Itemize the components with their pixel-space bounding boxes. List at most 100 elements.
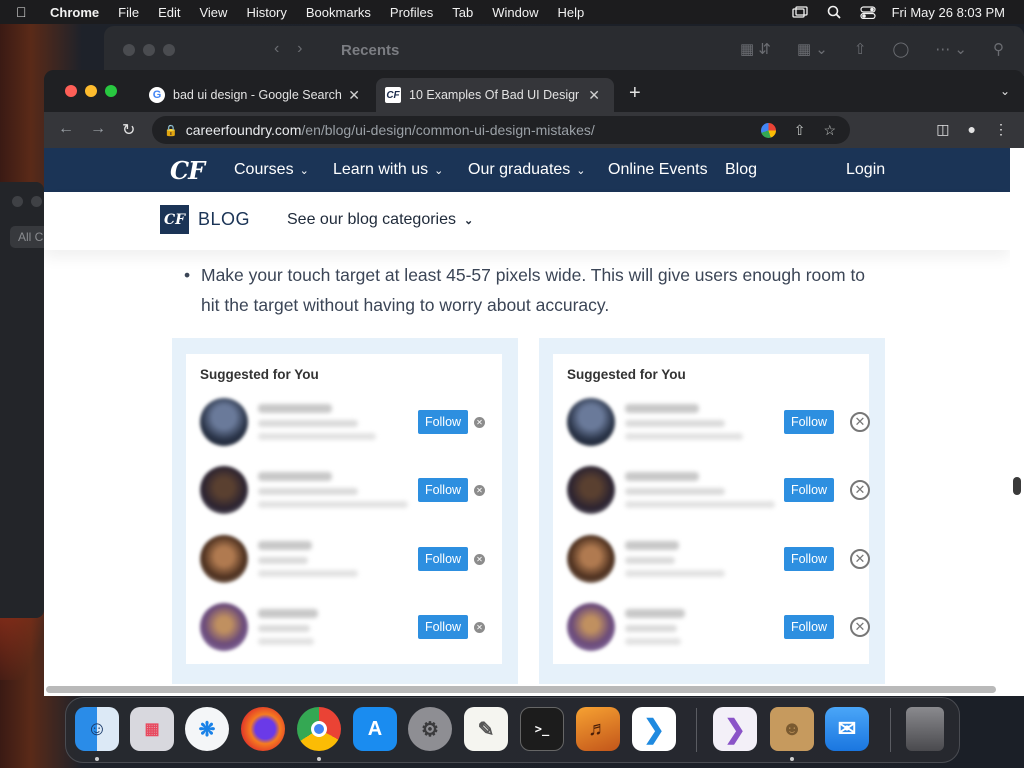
minimize-window-button[interactable] — [85, 85, 97, 97]
chrome-icon[interactable] — [297, 707, 341, 751]
reload-icon[interactable]: ↻ — [122, 120, 135, 140]
blurred-text — [625, 638, 681, 645]
background-window-toolbar: ▦ ⇵ ▦ ⌄ ⇧ ◯ ⋯ ⌄ ⚲ — [740, 40, 1004, 58]
blurred-name — [258, 609, 318, 618]
dismiss-icon: ✕ — [474, 417, 485, 428]
profile-icon[interactable]: ● — [968, 121, 976, 138]
menu-help[interactable]: Help — [558, 5, 585, 20]
follow-button: Follow — [784, 547, 834, 571]
figure-small-targets: Suggested for You Follow ✕ Follow ✕ Foll… — [172, 338, 518, 684]
trash-icon[interactable] — [906, 707, 944, 751]
more-menu-icon[interactable]: ⋮ — [994, 121, 1008, 138]
menu-tab[interactable]: Tab — [452, 5, 473, 20]
blurred-text — [258, 433, 376, 440]
scrollbar-thumb[interactable] — [1013, 477, 1021, 495]
google-lens-icon[interactable] — [760, 122, 776, 138]
control-center-icon[interactable] — [859, 5, 876, 19]
app-store-icon[interactable]: A — [353, 707, 397, 751]
login-link[interactable]: Login — [846, 161, 885, 179]
finder-icon[interactable]: ☺ — [75, 707, 119, 751]
system-preferences-icon[interactable]: ⚙ — [408, 707, 452, 751]
follow-button: Follow — [418, 547, 468, 571]
blurred-name — [258, 541, 312, 550]
share-icon[interactable]: ⇧ — [794, 122, 806, 139]
tab-google-search[interactable]: G bad ui design - Google Search ✕ — [140, 78, 374, 112]
tab-bar: G bad ui design - Google Search ✕ CF 10 … — [44, 70, 1024, 112]
running-indicator — [317, 757, 321, 761]
nav-learn-with-us[interactable]: Learn with us ⌄ — [333, 161, 443, 179]
blog-logo[interactable]: CF — [160, 205, 189, 234]
tab-careerfoundry[interactable]: CF 10 Examples Of Bad UI Design ✕ — [376, 78, 614, 112]
dismiss-icon: ✕ — [474, 485, 485, 496]
firefox-icon[interactable] — [241, 707, 285, 751]
blog-categories-dropdown[interactable]: See our blog categories ⌄ — [287, 211, 473, 229]
nav-courses[interactable]: Courses ⌄ — [234, 161, 309, 179]
forward-icon[interactable]: → — [90, 120, 106, 138]
suggested-card: Suggested for You Follow ✕ Follow ✕ Foll… — [186, 354, 502, 664]
side-panel-icon[interactable]: ◫ — [936, 121, 949, 138]
menu-edit[interactable]: Edit — [158, 5, 180, 20]
suggestion-row: Follow ✕ — [200, 603, 490, 655]
blurred-name — [258, 404, 332, 413]
chevron-down-icon: ⌄ — [434, 165, 444, 177]
follow-button: Follow — [418, 478, 468, 502]
horizontal-scrollbar[interactable] — [44, 684, 1024, 696]
blurred-text — [625, 420, 725, 427]
site-nav: CF Courses ⌄ Learn with us ⌄ Our graduates… — [44, 148, 1010, 192]
safari-icon[interactable]: ❋ — [185, 707, 229, 751]
menubar-clock[interactable]: Fri May 26 8:03 PM — [892, 5, 1005, 20]
share-icon: ⇧ — [853, 41, 867, 58]
dismiss-icon: ✕ — [474, 554, 485, 565]
close-tab-icon[interactable]: ✕ — [588, 87, 600, 104]
bullet-dot: • — [184, 265, 191, 285]
nav-our-graduates[interactable]: Our graduates ⌄ — [468, 161, 586, 179]
tab-search-chevron-icon[interactable]: ⌄ — [1000, 84, 1010, 98]
menu-window[interactable]: Window — [492, 5, 538, 20]
menu-bookmarks[interactable]: Bookmarks — [306, 5, 371, 20]
visual-studio-icon[interactable]: ❯ — [713, 707, 757, 751]
avatar — [200, 603, 248, 651]
tab-label: bad ui design - Google Search — [173, 88, 342, 102]
blurred-text — [258, 488, 358, 495]
tag-icon: ◯ — [892, 41, 910, 58]
launchpad-icon[interactable]: ▦ — [130, 707, 174, 751]
screen-mirroring-icon[interactable] — [791, 5, 808, 19]
scrollbar-thumb[interactable] — [46, 686, 996, 693]
close-window-button[interactable] — [65, 85, 77, 97]
careerfoundry-logo[interactable]: CF — [170, 156, 205, 185]
contacts-icon[interactable]: ☻ — [770, 707, 814, 751]
textedit-icon[interactable]: ✎ — [464, 707, 508, 751]
dismiss-icon: ✕ — [850, 480, 870, 500]
menu-view[interactable]: View — [199, 5, 227, 20]
menu-file[interactable]: File — [118, 5, 139, 20]
apple-icon[interactable]:  — [16, 4, 40, 20]
close-tab-icon[interactable]: ✕ — [348, 87, 360, 104]
blog-label[interactable]: BLOG — [198, 209, 250, 230]
vscode-icon[interactable]: ❯ — [632, 707, 676, 751]
menu-app-name[interactable]: Chrome — [50, 5, 99, 20]
lock-icon[interactable]: 🔒 — [164, 124, 178, 137]
new-tab-icon[interactable]: + — [629, 82, 641, 105]
card-heading: Suggested for You — [567, 367, 686, 382]
garageband-icon[interactable]: ♬ — [576, 707, 620, 751]
follow-button: Follow — [784, 615, 834, 639]
zoom-window-button[interactable] — [105, 85, 117, 97]
suggestion-row: Follow ✕ — [567, 398, 870, 450]
nav-blog[interactable]: Blog — [725, 161, 757, 179]
menu-profiles[interactable]: Profiles — [390, 5, 433, 20]
terminal-icon[interactable]: >_ — [520, 707, 564, 751]
vertical-scrollbar[interactable] — [1010, 148, 1024, 684]
menu-history[interactable]: History — [246, 5, 286, 20]
bookmark-star-icon[interactable]: ☆ — [823, 122, 836, 139]
avatar — [567, 398, 615, 446]
blurred-name — [625, 472, 699, 481]
back-icon[interactable]: ← — [58, 120, 74, 138]
nav-online-events[interactable]: Online Events — [608, 161, 708, 179]
address-bar[interactable]: 🔒 careerfoundry.com/en/blog/ui-design/co… — [152, 116, 850, 144]
avatar — [200, 535, 248, 583]
suggestion-row: Follow ✕ — [567, 603, 870, 655]
article-bullet: • Make your touch target at least 45-57 … — [184, 260, 884, 320]
mail-icon[interactable]: ✉ — [825, 707, 869, 751]
url-text[interactable]: careerfoundry.com/en/blog/ui-design/comm… — [186, 122, 595, 138]
spotlight-search-icon[interactable] — [826, 5, 842, 19]
